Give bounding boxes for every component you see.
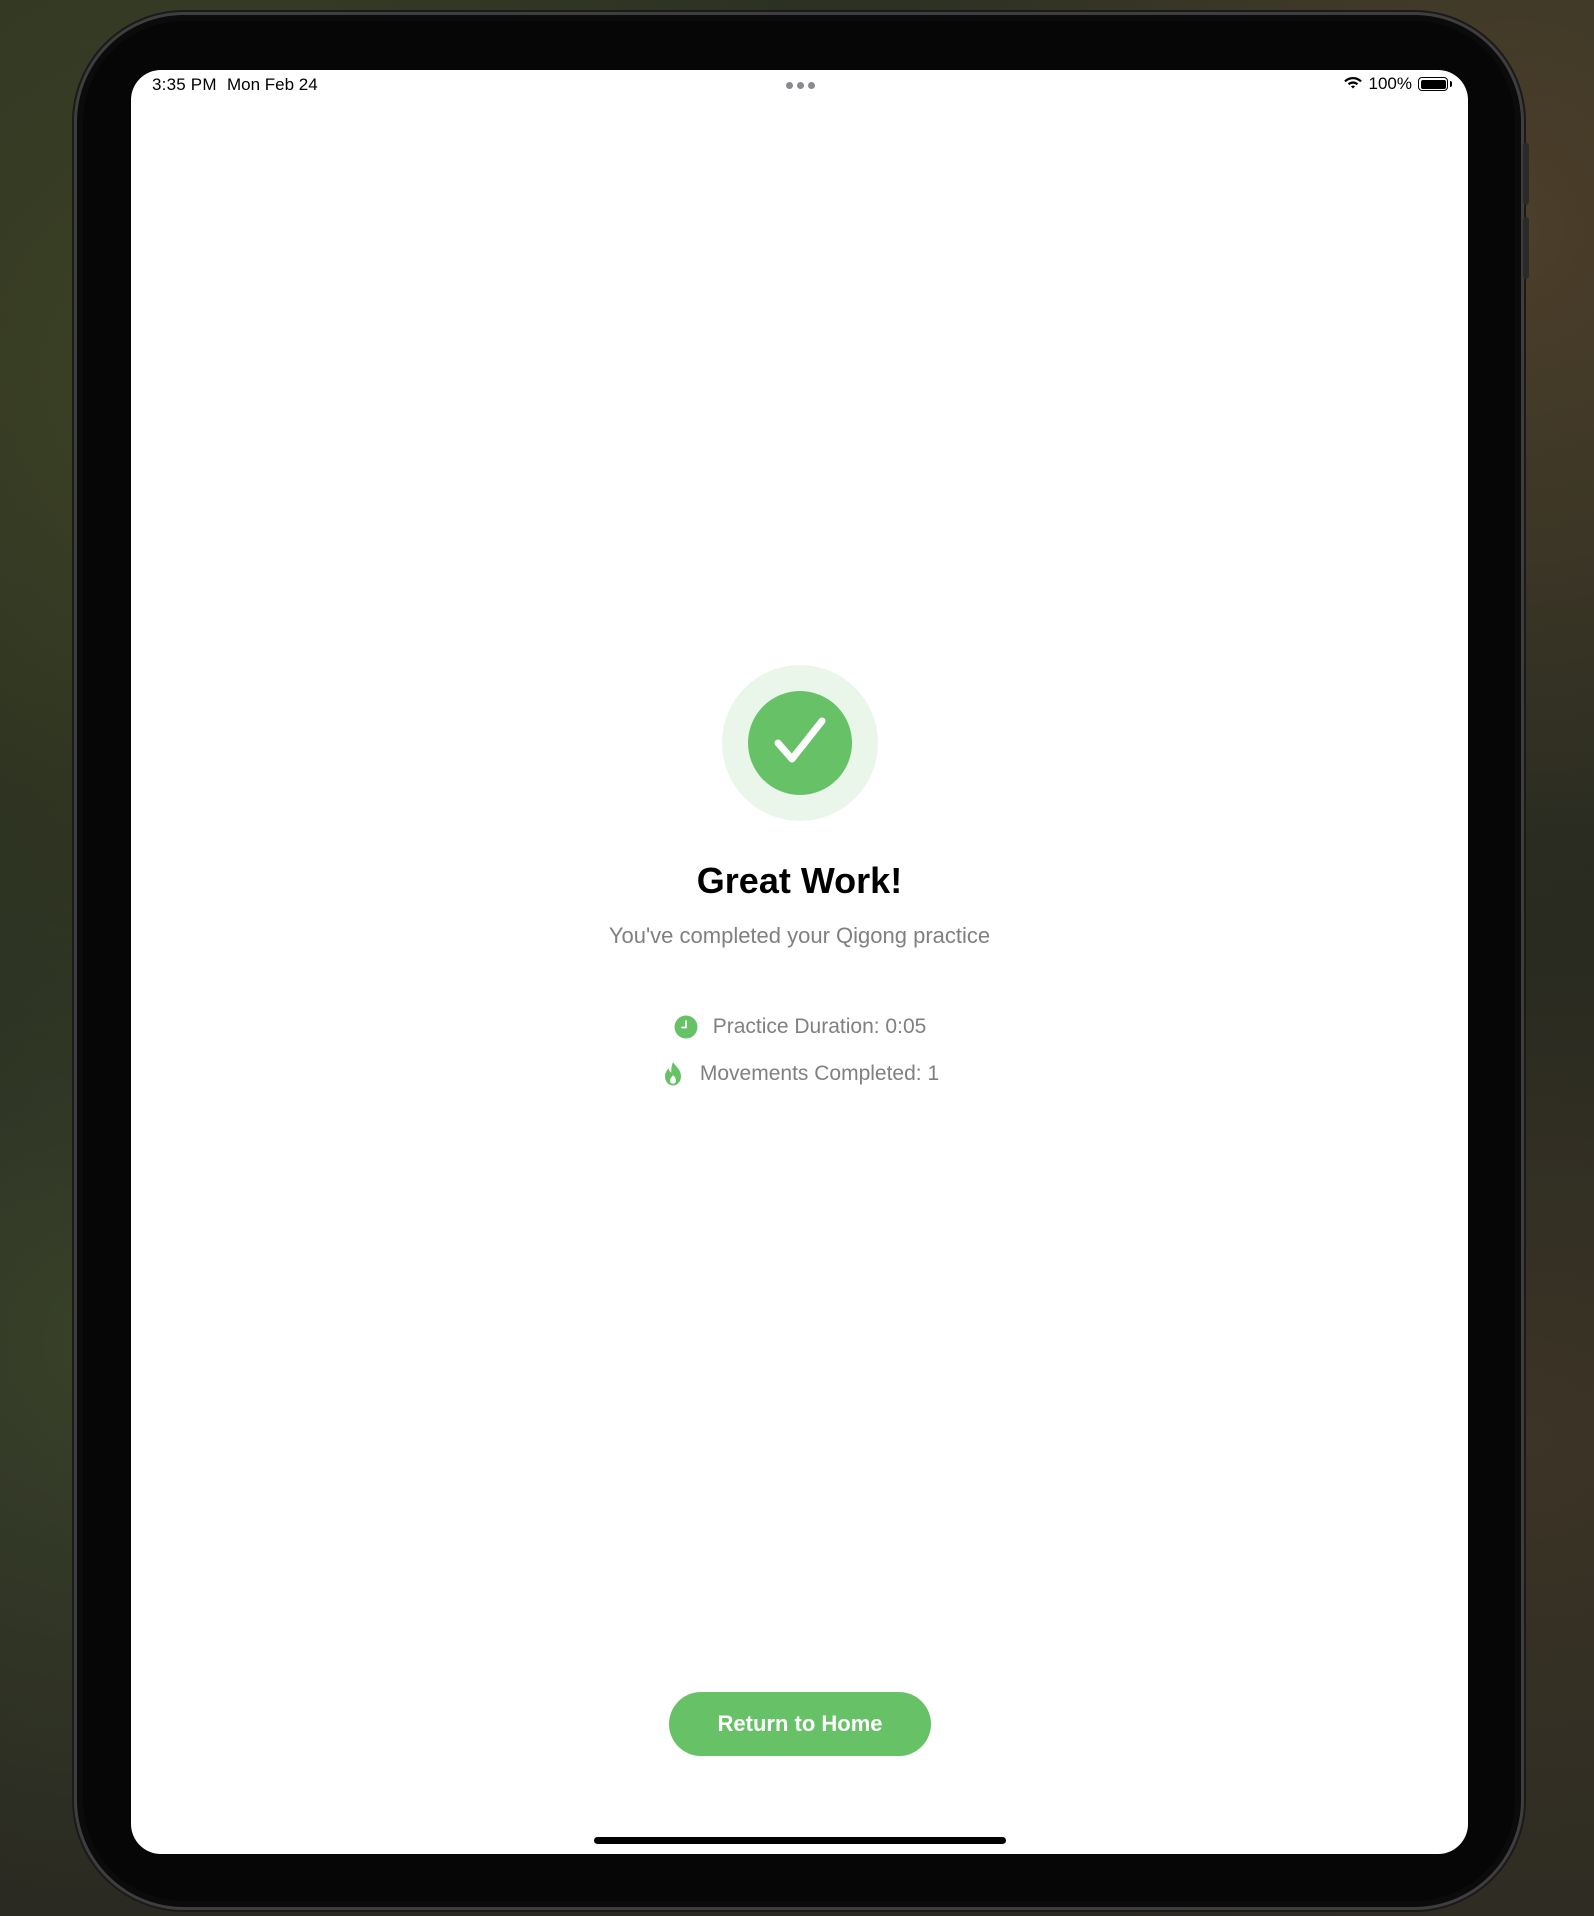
- stat-practice-duration: Practice Duration: 0:05: [131, 1014, 1468, 1040]
- stat-label: Movements Completed: 1: [699, 1062, 940, 1085]
- battery-fill: [1420, 79, 1446, 89]
- multitasking-dots-icon[interactable]: [786, 82, 815, 89]
- volume-down-button: [1523, 217, 1529, 279]
- battery-icon: [1418, 77, 1452, 91]
- stat-label: Practice Duration: 0:05: [712, 1015, 927, 1038]
- flame-icon: [660, 1061, 686, 1087]
- battery-percent: 100%: [1368, 74, 1412, 93]
- completion-subtitle: You've completed your Qigong practice: [608, 923, 991, 948]
- return-home-button[interactable]: Return to Home: [669, 1692, 931, 1756]
- status-indicators: 100%: [1343, 74, 1452, 94]
- stat-movements-completed: Movements Completed: 1: [131, 1061, 1468, 1087]
- status-time: 3:35 PM: [152, 75, 217, 94]
- volume-up-button: [1523, 143, 1529, 205]
- checkmark-circle: [748, 691, 852, 795]
- checkmark-icon: [773, 716, 827, 771]
- wifi-icon: [1343, 74, 1363, 94]
- success-badge: [722, 665, 878, 821]
- status-bar: 3:35 PM Mon Feb 24 100%: [131, 70, 1468, 102]
- home-indicator[interactable]: [594, 1837, 1006, 1844]
- app-screen: 3:35 PM Mon Feb 24 100% Great Work! You'…: [131, 70, 1468, 1854]
- completion-title: Great Work!: [696, 860, 903, 901]
- status-date: Mon Feb 24: [227, 75, 318, 94]
- clock-icon: [673, 1014, 699, 1040]
